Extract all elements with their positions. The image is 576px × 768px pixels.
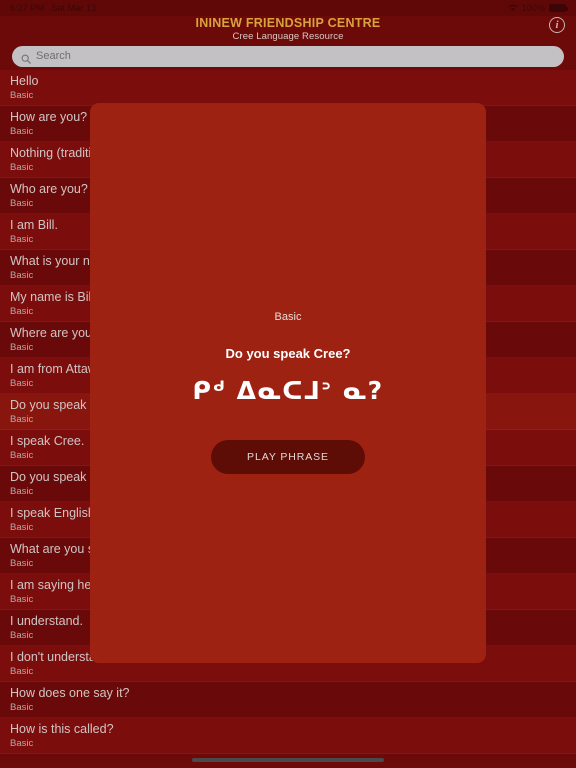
search-input[interactable]: Search	[36, 50, 71, 62]
search-bar[interactable]: Search	[12, 45, 564, 67]
status-bar-time: 6:27 PM	[10, 3, 45, 13]
status-bar-right: 100%	[507, 3, 568, 13]
modal-english-phrase: Do you speak Cree?	[225, 346, 351, 361]
info-button[interactable]: i	[546, 14, 568, 36]
search-icon	[21, 51, 31, 64]
home-indicator[interactable]	[192, 758, 384, 762]
page-title: ININEW FRIENDSHIP CENTRE	[195, 15, 381, 30]
wifi-icon	[507, 4, 518, 12]
status-bar: 6:27 PM Sat Mar 13 100%	[0, 0, 576, 16]
modal-category-label: Basic	[274, 311, 302, 323]
info-circle-icon: i	[549, 17, 565, 33]
page-subtitle: Cree Language Resource	[232, 30, 344, 42]
battery-percent-label: 100%	[521, 3, 545, 13]
app-header: ININEW FRIENDSHIP CENTRE Cree Language R…	[0, 16, 576, 42]
status-bar-left: 6:27 PM Sat Mar 13	[10, 3, 96, 13]
modal-syllabics-phrase: ᑭᒄ ᐃᓇᑕᒧᐣ ᓇ?	[192, 376, 384, 405]
status-bar-date: Sat Mar 13	[51, 3, 97, 13]
phrase-detail-modal: Basic Do you speak Cree? ᑭᒄ ᐃᓇᑕᒧᐣ ᓇ? PLA…	[90, 103, 486, 663]
search-bar-container: Search	[0, 42, 576, 70]
app-root: 6:27 PM Sat Mar 13 100% ININEW FRIENDSHI…	[0, 0, 576, 768]
play-phrase-button[interactable]: PLAY PHRASE	[211, 440, 365, 474]
battery-full-icon	[549, 4, 568, 12]
